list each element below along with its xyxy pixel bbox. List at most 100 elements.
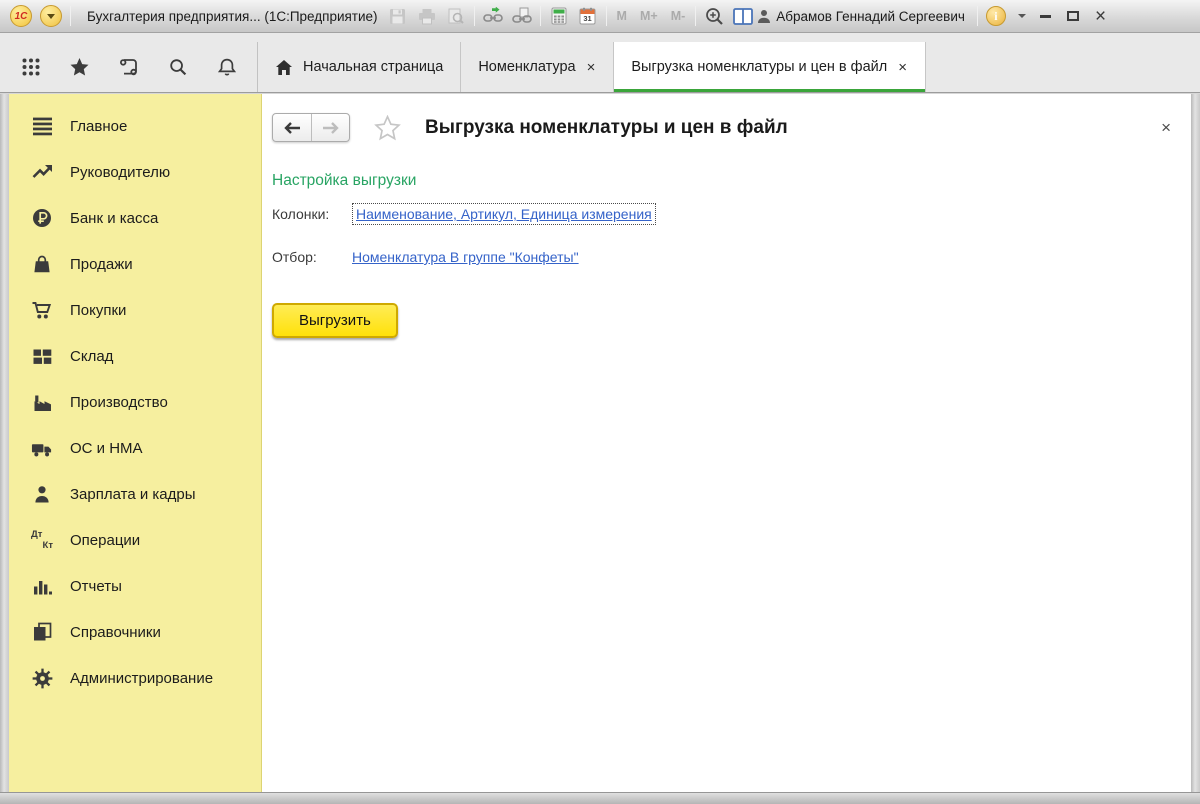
memory-subtract-button[interactable]: M- (669, 6, 688, 26)
divider (695, 6, 696, 26)
nav-history-group (272, 113, 350, 142)
calendar-day-label: 31 (578, 14, 598, 23)
sidebar-item-label: Справочники (70, 624, 161, 641)
arrow-right-icon (321, 121, 340, 135)
split-window-icon[interactable] (733, 6, 753, 26)
print-icon[interactable] (417, 6, 437, 26)
window-border-right (1191, 94, 1200, 792)
window-border-left (0, 94, 9, 792)
sidebar-item-label: Производство (70, 394, 168, 411)
info-button[interactable]: i (986, 6, 1026, 26)
titlebar: 1С Бухгалтерия предприятия... (1С:Предпр… (0, 0, 1200, 33)
tab-label: Выгрузка номенклатуры и цен в файл (631, 59, 887, 75)
form-export-nomenclature: Выгрузка номенклатуры и цен в файл × Нас… (262, 94, 1191, 792)
sidebar-item-label: Склад (70, 348, 113, 365)
print-preview-icon[interactable] (446, 6, 466, 26)
notifications-icon[interactable] (202, 42, 251, 92)
current-user: Абрамов Геннадий Сергеевич (757, 9, 965, 24)
sidebar-item-label: Главное (70, 118, 127, 135)
get-link-icon[interactable] (512, 6, 532, 26)
sidebar-item-administrirovanie[interactable]: Администрирование (9, 655, 261, 701)
tab-close-icon[interactable]: × (897, 59, 908, 76)
maximize-button[interactable] (1067, 11, 1079, 21)
page-title: Выгрузка номенклатуры и цен в файл (425, 117, 788, 139)
window-border-bottom (0, 792, 1200, 804)
close-window-button[interactable]: × (1095, 7, 1106, 26)
sidebar-item-proizvodstvo[interactable]: Производство (9, 379, 261, 425)
chevron-down-icon (1018, 14, 1026, 18)
columns-field-row: Колонки: Наименование, Артикул, Единица … (272, 203, 1191, 225)
sidebar-item-os-i-nma[interactable]: ОС и НМА (9, 425, 261, 471)
main-menu-button[interactable] (40, 5, 62, 27)
columns-label: Колонки: (272, 206, 352, 222)
zoom-icon[interactable] (704, 6, 724, 26)
sidebar-item-label: Банк и касса (70, 210, 158, 227)
chevron-down-icon (47, 14, 55, 19)
calculator-icon[interactable] (549, 6, 569, 26)
sidebar-item-sklad[interactable]: Склад (9, 333, 261, 379)
memory-recall-button[interactable]: M (615, 6, 629, 26)
shopping-bag-icon (31, 253, 53, 275)
filter-label: Отбор: (272, 249, 352, 265)
divider (977, 6, 978, 26)
ruble-icon (31, 207, 53, 229)
divider (606, 6, 607, 26)
divider (540, 6, 541, 26)
history-icon[interactable] (104, 42, 153, 92)
columns-link[interactable]: Наименование, Артикул, Единица измерения (352, 203, 656, 225)
form-header: Выгрузка номенклатуры и цен в файл × (262, 94, 1191, 142)
credit-label: Кт (43, 541, 53, 551)
sidebar-item-rukovoditelyu[interactable]: Руководителю (9, 149, 261, 195)
user-icon (757, 9, 771, 24)
tab-close-icon[interactable]: × (586, 59, 597, 76)
sidebar-item-operacii[interactable]: ДтКт Операции (9, 517, 261, 563)
info-icon: i (986, 6, 1006, 26)
tab-label: Номенклатура (478, 59, 575, 75)
warehouse-boxes-icon (31, 345, 53, 367)
sidebar-item-prodazhi[interactable]: Продажи (9, 241, 261, 287)
apps-menu-icon[interactable] (6, 42, 55, 92)
calendar-icon[interactable]: 31 (578, 6, 598, 26)
memory-add-button[interactable]: M+ (638, 6, 660, 26)
sidebar-item-zarplata-i-kadry[interactable]: Зарплата и кадры (9, 471, 261, 517)
maximize-icon (1067, 11, 1079, 21)
gear-icon (31, 667, 53, 689)
tabbar: Начальная страница Номенклатура × Выгруз… (0, 33, 1200, 93)
save-icon[interactable] (388, 6, 408, 26)
export-button[interactable]: Выгрузить (272, 303, 398, 338)
filter-field-row: Отбор: Номенклатура В группе "Конфеты" (272, 249, 1191, 265)
divider (70, 6, 71, 26)
favorite-star-icon[interactable] (374, 115, 401, 141)
home-icon (275, 59, 293, 76)
tab-export-active[interactable]: Выгрузка номенклатуры и цен в файл × (614, 42, 926, 92)
window-title: Бухгалтерия предприятия... (1С:Предприят… (87, 9, 378, 24)
shopping-cart-icon (31, 299, 53, 321)
close-form-button[interactable]: × (1155, 116, 1177, 140)
favorites-icon[interactable] (55, 42, 104, 92)
user-name-label: Абрамов Геннадий Сергеевич (776, 9, 965, 24)
search-icon[interactable] (153, 42, 202, 92)
forward-button[interactable] (311, 114, 349, 141)
filter-link[interactable]: Номенклатура В группе "Конфеты" (352, 249, 579, 265)
bar-chart-icon (31, 575, 53, 597)
sidebar-item-label: Отчеты (70, 578, 122, 595)
back-button[interactable] (273, 114, 311, 141)
sidebar-item-label: Покупки (70, 302, 126, 319)
tab-label: Начальная страница (303, 59, 443, 75)
sidebar: Главное Руководителю Банк и касса Продаж… (9, 94, 262, 792)
sidebar-item-bank-i-kassa[interactable]: Банк и касса (9, 195, 261, 241)
tab-nomenklatura[interactable]: Номенклатура × (461, 42, 614, 92)
arrow-left-icon (283, 121, 302, 135)
app-logo-icon[interactable]: 1С (10, 5, 32, 27)
minimize-button[interactable] (1040, 15, 1051, 18)
debit-label: Дт (31, 530, 42, 540)
tab-home[interactable]: Начальная страница (258, 42, 461, 92)
sidebar-item-label: Администрирование (70, 670, 213, 687)
sidebar-item-spravochniki[interactable]: Справочники (9, 609, 261, 655)
sidebar-item-pokupki[interactable]: Покупки (9, 287, 261, 333)
go-to-link-icon[interactable] (483, 6, 503, 26)
sidebar-item-otchety[interactable]: Отчеты (9, 563, 261, 609)
reference-pages-icon (31, 621, 53, 643)
sidebar-item-glavnoe[interactable]: Главное (9, 103, 261, 149)
debit-credit-icon: ДтКт (31, 529, 53, 551)
